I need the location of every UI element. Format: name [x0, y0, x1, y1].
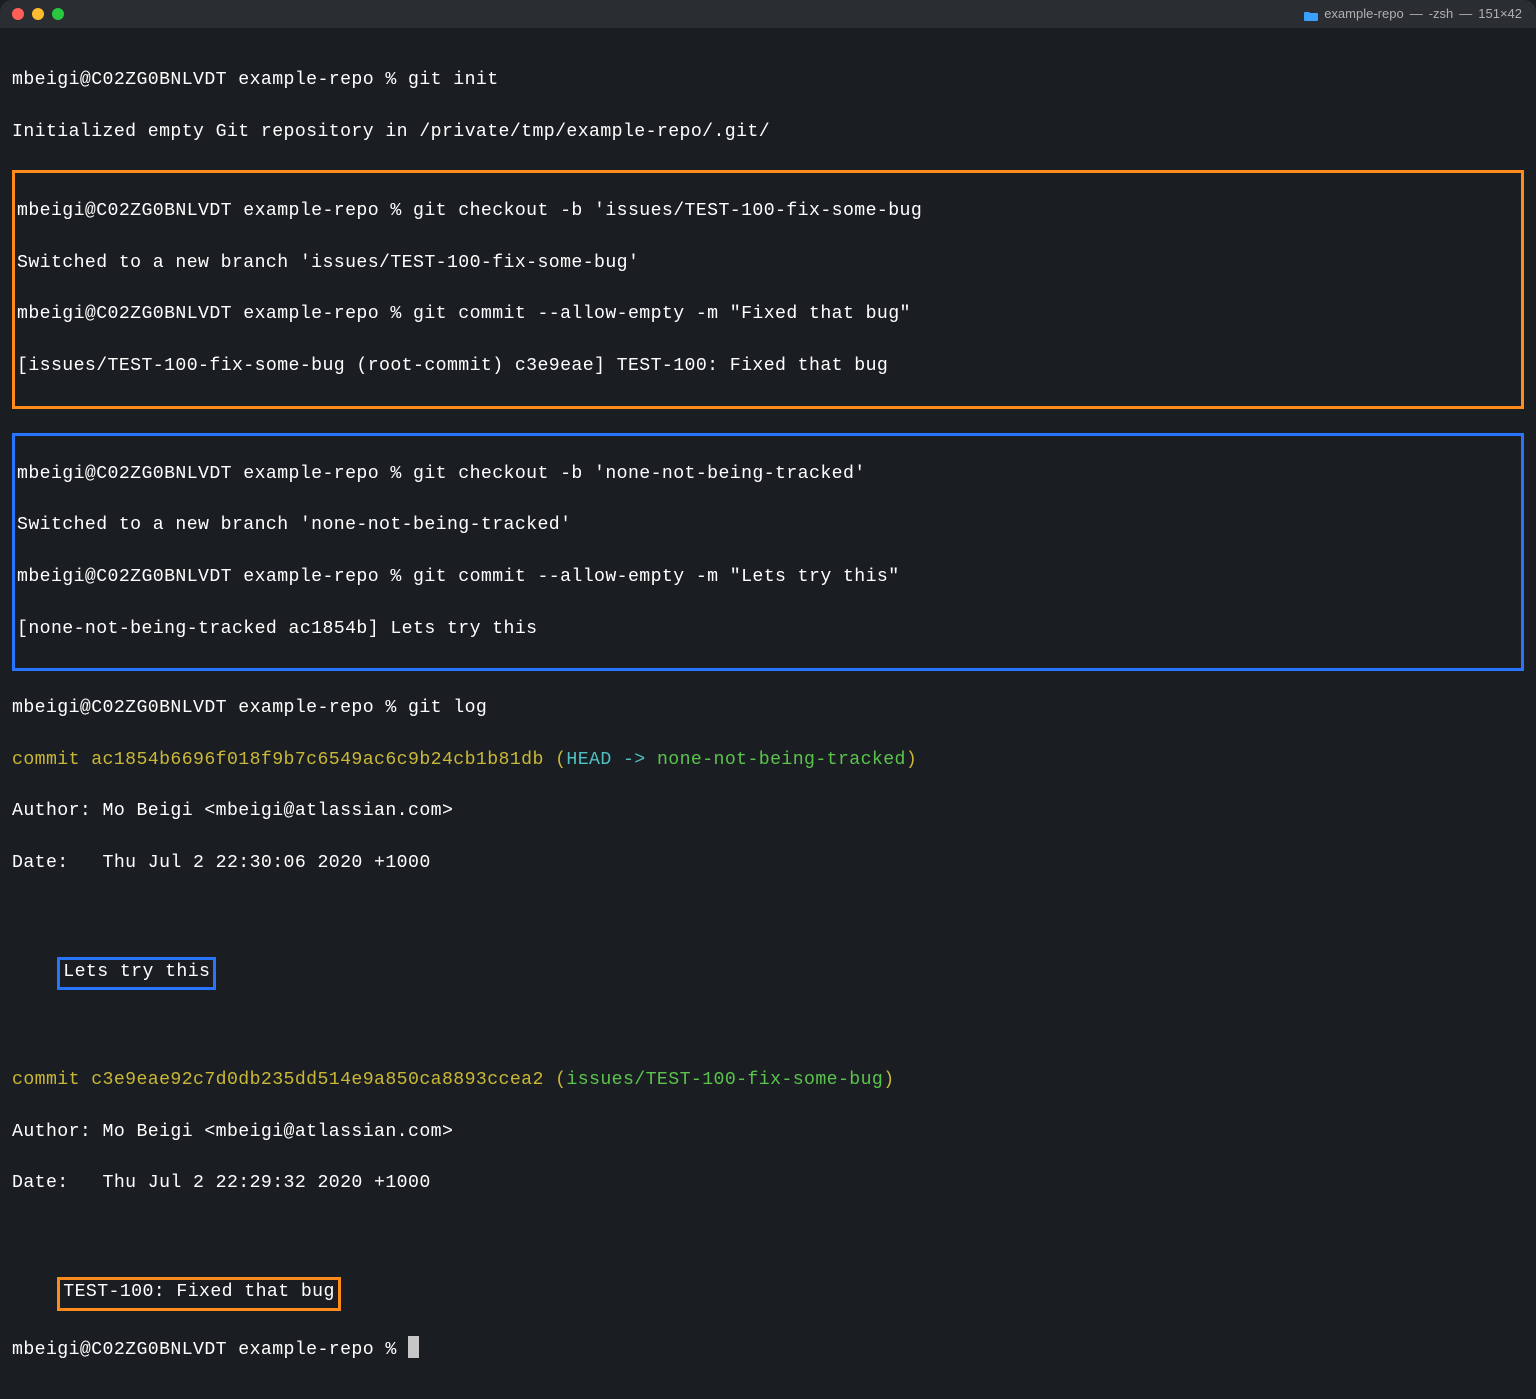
command-text: git commit --allow-empty -m "Lets try th…: [413, 567, 900, 587]
terminal-line: Author: Mo Beigi <mbeigi@atlassian.com>: [12, 799, 1524, 825]
highlight-box-orange: mbeigi@C02ZG0BNLVDT example-repo % git c…: [12, 170, 1524, 409]
terminal-line: commit ac1854b6696f018f9b7c6549ac6c9b24c…: [12, 748, 1524, 774]
branch-name: issues/TEST-100-fix-some-bug: [566, 1070, 883, 1090]
commit-hash: commit ac1854b6696f018f9b7c6549ac6c9b24c…: [12, 750, 544, 770]
shell-prompt: mbeigi@C02ZG0BNLVDT example-repo %: [17, 464, 413, 484]
commit-date: Date: Thu Jul 2 22:29:32 2020 +1000: [12, 1173, 431, 1193]
window-title: example-repo — -zsh — 151×42: [1304, 5, 1522, 23]
terminal-line: mbeigi@C02ZG0BNLVDT example-repo % git c…: [17, 302, 1519, 328]
output-text: Switched to a new branch 'issues/TEST-10…: [17, 253, 639, 273]
command-text: git init: [408, 70, 499, 90]
command-text: git commit --allow-empty -m "Fixed that …: [413, 304, 911, 324]
window-title-folder: example-repo: [1324, 5, 1404, 23]
highlight-box-blue-inline: Lets try this: [57, 957, 216, 991]
terminal-line: mbeigi@C02ZG0BNLVDT example-repo % git c…: [17, 565, 1519, 591]
terminal-line: commit c3e9eae92c7d0db235dd514e9a850ca88…: [12, 1068, 1524, 1094]
terminal-line: Lets try this: [12, 955, 1524, 991]
terminal-line: [12, 1016, 1524, 1042]
output-text: [issues/TEST-100-fix-some-bug (root-comm…: [17, 356, 888, 376]
highlight-box-blue: mbeigi@C02ZG0BNLVDT example-repo % git c…: [12, 433, 1524, 672]
terminal-line: [none-not-being-tracked ac1854b] Lets tr…: [17, 617, 1519, 643]
terminal-line: Date: Thu Jul 2 22:29:32 2020 +1000: [12, 1171, 1524, 1197]
window-title-dims: 151×42: [1478, 5, 1522, 23]
maximize-window-button[interactable]: [52, 8, 64, 20]
terminal-line: Initialized empty Git repository in /pri…: [12, 120, 1524, 146]
commit-hash: commit c3e9eae92c7d0db235dd514e9a850ca88…: [12, 1070, 544, 1090]
terminal-line: Switched to a new branch 'issues/TEST-10…: [17, 251, 1519, 277]
folder-icon: [1304, 8, 1318, 19]
terminal-line: [12, 1223, 1524, 1249]
commit-message: TEST-100: Fixed that bug: [63, 1282, 335, 1302]
highlight-box-orange-inline: TEST-100: Fixed that bug: [57, 1277, 341, 1311]
minimize-window-button[interactable]: [32, 8, 44, 20]
output-text: Initialized empty Git repository in /pri…: [12, 122, 770, 142]
branch-name: none-not-being-tracked: [657, 750, 906, 770]
traffic-lights: [12, 8, 64, 20]
terminal-line: Date: Thu Jul 2 22:30:06 2020 +1000: [12, 851, 1524, 877]
commit-author: Author: Mo Beigi <mbeigi@atlassian.com>: [12, 1122, 453, 1142]
command-text: git checkout -b 'none-not-being-tracked': [413, 464, 866, 484]
window-title-shell: -zsh: [1429, 5, 1454, 23]
terminal-line: [12, 903, 1524, 929]
command-text: git log: [408, 698, 487, 718]
terminal-line: mbeigi@C02ZG0BNLVDT example-repo %: [12, 1336, 1524, 1364]
shell-prompt: mbeigi@C02ZG0BNLVDT example-repo %: [12, 698, 408, 718]
commit-message: Lets try this: [63, 962, 210, 982]
terminal-line: Switched to a new branch 'none-not-being…: [17, 513, 1519, 539]
commit-author: Author: Mo Beigi <mbeigi@atlassian.com>: [12, 801, 453, 821]
shell-prompt: mbeigi@C02ZG0BNLVDT example-repo %: [12, 1340, 408, 1360]
terminal-line: mbeigi@C02ZG0BNLVDT example-repo % git i…: [12, 68, 1524, 94]
shell-prompt: mbeigi@C02ZG0BNLVDT example-repo %: [17, 567, 413, 587]
close-window-button[interactable]: [12, 8, 24, 20]
terminal-line: [issues/TEST-100-fix-some-bug (root-comm…: [17, 354, 1519, 380]
shell-prompt: mbeigi@C02ZG0BNLVDT example-repo %: [17, 304, 413, 324]
output-text: [none-not-being-tracked ac1854b] Lets tr…: [17, 619, 537, 639]
command-text: git checkout -b 'issues/TEST-100-fix-som…: [413, 201, 922, 221]
terminal-line: mbeigi@C02ZG0BNLVDT example-repo % git c…: [17, 199, 1519, 225]
cursor: [408, 1336, 419, 1358]
terminal-line: TEST-100: Fixed that bug: [12, 1275, 1524, 1311]
terminal-line: mbeigi@C02ZG0BNLVDT example-repo % git c…: [17, 462, 1519, 488]
head-ref: HEAD ->: [566, 750, 657, 770]
commit-date: Date: Thu Jul 2 22:30:06 2020 +1000: [12, 853, 431, 873]
output-text: Switched to a new branch 'none-not-being…: [17, 515, 571, 535]
terminal-line: Author: Mo Beigi <mbeigi@atlassian.com>: [12, 1120, 1524, 1146]
shell-prompt: mbeigi@C02ZG0BNLVDT example-repo %: [12, 70, 408, 90]
shell-prompt: mbeigi@C02ZG0BNLVDT example-repo %: [17, 201, 413, 221]
window-titlebar: example-repo — -zsh — 151×42: [0, 0, 1536, 28]
terminal-content[interactable]: mbeigi@C02ZG0BNLVDT example-repo % git i…: [0, 28, 1536, 1399]
terminal-line: mbeigi@C02ZG0BNLVDT example-repo % git l…: [12, 696, 1524, 722]
